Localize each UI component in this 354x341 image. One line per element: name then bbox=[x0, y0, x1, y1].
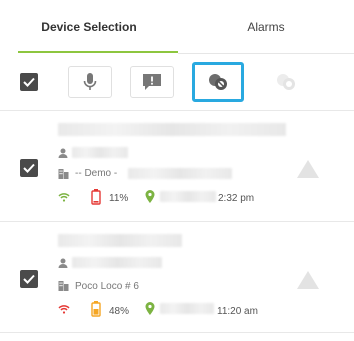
group-detail-redacted bbox=[128, 168, 232, 179]
device-name-redacted bbox=[58, 234, 182, 247]
warning-icon[interactable] bbox=[296, 159, 320, 179]
last-seen-time: 2:32 pm bbox=[218, 193, 255, 204]
tab-bar: Device Selection Alarms bbox=[0, 0, 354, 54]
row-divider bbox=[0, 332, 354, 333]
device-name-redacted bbox=[58, 123, 286, 136]
active-tab-indicator bbox=[18, 51, 178, 53]
location-pin-icon[interactable] bbox=[145, 302, 155, 315]
wifi-signal-icon bbox=[58, 305, 70, 314]
tab-alarms[interactable]: Alarms bbox=[178, 0, 354, 54]
battery-icon bbox=[91, 301, 101, 317]
last-seen-time: 11:20 am bbox=[217, 306, 258, 317]
user-name-redacted bbox=[72, 257, 162, 268]
building-icon bbox=[58, 281, 69, 291]
tab-device-selection[interactable]: Device Selection bbox=[0, 0, 178, 54]
device-group: Poco Loco # 6 bbox=[75, 281, 139, 292]
wifi-signal-icon bbox=[58, 193, 70, 202]
channels-icon bbox=[209, 74, 227, 90]
check-icon bbox=[23, 163, 35, 173]
user-name-redacted bbox=[72, 147, 128, 158]
message-alert-icon bbox=[143, 74, 161, 90]
device-row[interactable]: -- Demo - 11% 2:32 pm bbox=[0, 111, 354, 221]
user-icon bbox=[58, 148, 68, 158]
device-row[interactable]: Poco Loco # 6 48% 11:20 am bbox=[0, 222, 354, 332]
user-icon bbox=[58, 258, 68, 268]
building-icon bbox=[58, 169, 69, 179]
check-icon bbox=[23, 77, 35, 87]
action-toolbar bbox=[0, 54, 354, 110]
check-icon bbox=[23, 274, 35, 284]
push-to-talk-button[interactable] bbox=[68, 66, 112, 98]
warning-icon[interactable] bbox=[296, 270, 320, 290]
microphone-icon bbox=[83, 73, 97, 90]
device-select-checkbox[interactable] bbox=[20, 270, 38, 288]
tab-alarms-label: Alarms bbox=[247, 20, 285, 34]
channels-button[interactable] bbox=[192, 62, 244, 102]
send-alert-message-button[interactable] bbox=[130, 66, 174, 98]
select-all-checkbox[interactable] bbox=[20, 73, 38, 91]
location-redacted bbox=[160, 191, 216, 202]
location-pin-icon[interactable] bbox=[145, 190, 155, 203]
location-redacted bbox=[160, 303, 214, 314]
tab-device-selection-label: Device Selection bbox=[41, 20, 137, 34]
device-group: -- Demo - bbox=[75, 168, 118, 179]
device-select-checkbox[interactable] bbox=[20, 159, 38, 177]
battery-icon bbox=[91, 189, 101, 205]
channels-disabled-icon bbox=[277, 74, 295, 90]
channels-disabled-button[interactable] bbox=[264, 66, 308, 98]
battery-level: 11% bbox=[109, 193, 129, 204]
battery-level: 48% bbox=[109, 306, 130, 317]
